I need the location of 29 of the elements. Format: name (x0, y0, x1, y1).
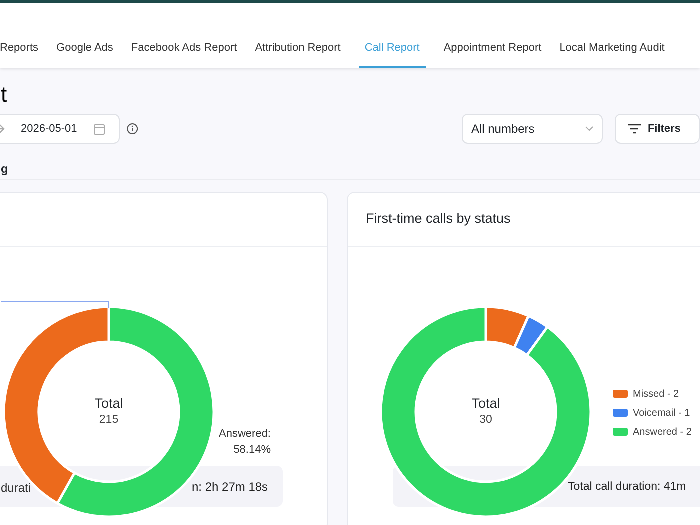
duration-text: n: 2h 27m 18s (192, 479, 268, 496)
card-title: First-time calls by status (366, 210, 511, 228)
total-label: Total (472, 396, 500, 412)
report-tab[interactable]: Google Ads (56, 34, 114, 68)
legend-label[interactable]: Missed - 2 (633, 386, 680, 402)
total-value: 215 (99, 413, 119, 428)
chevron-down-icon (584, 126, 594, 132)
donut-slice[interactable] (380, 306, 592, 518)
report-tab[interactable]: Reports (0, 34, 39, 68)
page-title: t (0, 81, 8, 106)
total-value: 30 (480, 413, 492, 428)
calendar-icon (94, 124, 106, 134)
data-label: Answered: 58.14% (218, 427, 271, 458)
number-select[interactable]: All numbers (462, 114, 603, 144)
filter-icon (628, 124, 641, 134)
info-icon[interactable] (127, 123, 138, 135)
section-label: g (1, 162, 8, 176)
report-tab[interactable]: Facebook Ads Report (131, 34, 238, 68)
report-tab[interactable]: Local Marketing Audit (560, 34, 665, 68)
duration-text: durati (1, 480, 32, 497)
filters-button[interactable]: Filters (614, 114, 700, 144)
legend-label[interactable]: Voicemail - 1 (633, 406, 690, 420)
report-tab[interactable]: Attribution Report (255, 34, 341, 68)
total-label: Total (94, 396, 124, 412)
date-value: 2026-05-01 (21, 122, 78, 137)
report-tab[interactable]: Appointment Report (444, 34, 542, 68)
duration-text: Total call duration: 41m (568, 480, 686, 495)
date-range-field[interactable]: 2026-05-01 (0, 114, 120, 144)
legend-label[interactable]: Answered - 2 (633, 424, 692, 440)
